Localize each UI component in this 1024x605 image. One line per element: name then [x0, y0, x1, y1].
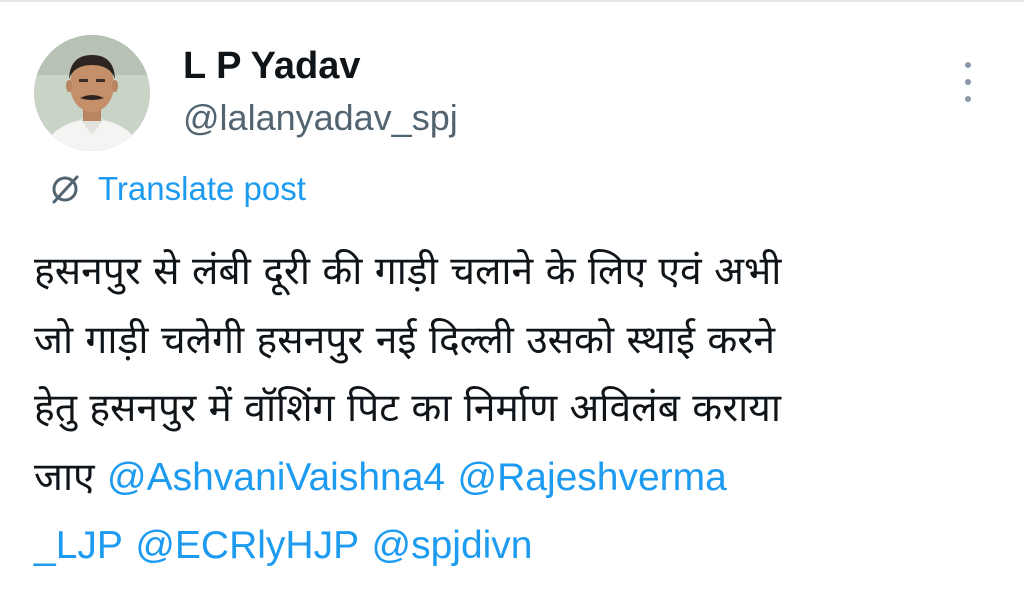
vertical-ellipsis-icon: [965, 62, 971, 68]
post-text: हसनपुर से लंबी दूरी की गाड़ी चलाने के लि…: [34, 238, 994, 581]
mention-link[interactable]: @ECRlyHJP: [135, 524, 359, 567]
post-text-fragment: जाए: [34, 454, 95, 500]
more-options-button[interactable]: [955, 62, 981, 102]
mention-link[interactable]: _LJP: [34, 524, 123, 567]
mention-link[interactable]: @spjdivn: [372, 524, 533, 567]
vertical-ellipsis-icon: [965, 96, 971, 102]
profile-photo: [34, 35, 150, 151]
translate-post-button[interactable]: Translate post: [48, 168, 306, 210]
post-text-line: जाए @AshvaniVaishna4 @Rajeshverma: [34, 444, 994, 513]
translate-globe-icon: [52, 175, 79, 204]
post-text-line: हसनपुर से लंबी दूरी की गाड़ी चलाने के लि…: [34, 249, 782, 294]
avatar[interactable]: [34, 35, 150, 151]
author-display-name[interactable]: L P Yadav: [183, 44, 360, 88]
mention-link[interactable]: @Rajeshverma: [458, 456, 727, 499]
post-text-line: जो गाड़ी चलेगी हसनपुर नई दिल्ली उसको स्थ…: [34, 317, 775, 363]
author-handle[interactable]: @lalanyadav_spj: [183, 97, 458, 139]
vertical-ellipsis-icon: [965, 79, 971, 85]
mention-link[interactable]: @AshvaniVaishna4: [107, 456, 445, 499]
post-text-line: हेतु हसनपुर में वॉशिंग पिट का निर्माण अव…: [34, 386, 781, 431]
post-text-line: _LJP @ECRlyHJP @spjdivn: [34, 512, 994, 581]
top-divider: [0, 0, 1024, 2]
translate-post-label: Translate post: [98, 170, 306, 207]
